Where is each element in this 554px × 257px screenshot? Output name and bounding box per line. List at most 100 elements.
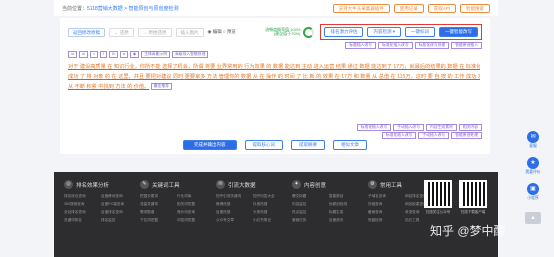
qr-code-app [459,180,487,208]
footer-link[interactable]: 问答词挖掘 [177,218,210,223]
editor-toolbar: 返回修改原稿 ← 还原 → 原始还原 插入图片 ◉ 编辑 ○ 预览 流畅度概率值… [68,24,482,40]
recommend-tag[interactable]: 最佳推荐 [150,83,172,91]
footer-link[interactable]: 排名监控 [101,218,134,223]
tag-standard-insert-2[interactable]: 标准化插入改写 [381,132,417,139]
italic-icon[interactable]: I [100,51,108,58]
back-edit-button[interactable]: 返回修改原稿 [68,27,105,37]
bottom-tag-row-1: 标准化插入改写 手动插入改写 内容生成素材 相关内容 [356,124,482,131]
footer-link[interactable]: 竞价词查询 [177,210,210,215]
footer-link[interactable]: 行业词库 [177,194,210,199]
fluency-hint: (建议值于70%) [273,31,301,36]
footer-link[interactable]: 需求图谱 [140,210,173,215]
format-toolbar: ol ul × I B a ◉ 主体高能示例 高级导入智能处理 [68,51,209,58]
footer-link[interactable]: 知乎引流关键词 [216,194,249,199]
fluency-donut-icon [303,26,315,38]
tag-smart-process[interactable]: 智能原创处理 [451,132,482,139]
footer-link[interactable]: 知乎问答大全 [253,194,286,199]
footer-col-content: ✦ 内容创意 爆文标题 智能原创 内容监控 伪原创检测 热点监控 标题生成 营销日历 百度… [292,180,362,223]
extract-keywords-button[interactable]: 提取核心词 [244,140,283,150]
ordered-list-icon[interactable]: ol [68,51,77,58]
tag-manual-insert-2[interactable]: 手动插入改写 [418,132,450,139]
footer-link[interactable]: 挖掘长尾词 [140,194,173,199]
subject-example-tag[interactable]: 主体高能示例 [141,51,170,58]
link-icon[interactable]: a [119,51,128,58]
footer-link[interactable]: 微博热搜 [216,202,249,207]
gear-icon: ⚙ [368,180,377,189]
rank-potential-button[interactable]: 排名潜力评估 [324,27,364,37]
content-check-dropdown[interactable]: 内容检测 ▾ [367,27,401,37]
bold-icon[interactable]: B [109,51,118,58]
footer-col-keywords: ✎ 关键词工具 挖掘长尾词 行业词库 流量关键词 相关词挖掘 需求图谱 竞价词查询 下拉… [140,180,210,223]
sparkle-icon: ✦ [292,180,301,189]
breadcrumb-prefix: 当前位置： [62,5,88,12]
customer-service-item[interactable]: ✉ 客服 [521,128,545,152]
footer-col-title: 引流大数据 [228,182,256,189]
tag-manual-insert[interactable]: 手动插入改写 [393,124,425,131]
finish-output-button[interactable]: 完成并输出内容 [183,140,237,150]
footer-link[interactable]: 关键词排名 [64,218,97,223]
one-click-mark-button[interactable]: 一键标词 [405,27,435,37]
restore-button[interactable]: → 原始还原 [137,27,172,37]
insert-image-button[interactable]: 插入图片 [175,27,204,37]
footer-link[interactable]: 百度资讯 [329,218,362,223]
footer-col-title: 常用工具 [380,182,403,189]
footer-link[interactable]: 下拉词挖掘 [140,218,173,223]
star-icon: ★ [527,157,539,169]
api-button[interactable]: 获取API [427,3,456,13]
footer-link[interactable]: 标题生成 [329,210,362,215]
tag-title-rewrite[interactable]: 标题插入改写 [345,42,377,49]
similar-articles-button[interactable]: 相似文章 [333,140,367,150]
plugin-button[interactable]: 支持大牛头采集器插件 [332,3,390,13]
history-button[interactable]: 使用记录 [393,3,424,13]
footer-link[interactable]: 备案查询 [368,210,401,215]
footer-link[interactable]: 头条热搜 [253,210,286,215]
footer-link[interactable]: 百度PC端查询 [101,202,134,207]
footer-link[interactable]: 百度热搜 [216,210,249,215]
site-footer: ◎ 排名效果分析 排名综合查询 百度移动查询 360搜索查询 百度PC端查询 全站排名… [54,172,498,257]
zhihu-watermark: 知乎 @梦中醒 [430,224,506,238]
pen-icon: ✎ [140,180,149,189]
undo-button[interactable]: ← 还原 [109,27,134,37]
footer-link[interactable]: 百度排名查询 [101,210,134,215]
tag-smart-insert[interactable]: 智能原创插入 [451,42,482,49]
footer-link[interactable]: 全站排名查询 [64,210,97,215]
footer-link[interactable]: 抖音热搜 [253,202,286,207]
tag-related[interactable]: 相关内容 [458,124,482,131]
footer-link[interactable]: 360搜索查询 [64,202,97,207]
tag-standard-process[interactable]: 标准化改写处理 [414,42,450,49]
footer-link[interactable]: 伪原创检测 [329,202,362,207]
footer-link[interactable]: 死链检测 [368,218,401,223]
footer-link[interactable]: 营销日历 [292,218,325,223]
footer-link[interactable]: 百度移动查询 [101,194,134,199]
footer-link[interactable]: 爆文标题 [292,194,325,199]
footer-link[interactable]: 子域名查询 [368,194,401,199]
highlighted-action-group: 排名潜力评估 内容检测 ▾ 一键标词 一键智能改写 [320,24,482,40]
mode-radio[interactable]: ◉ 编辑 ○ 预览 [208,29,236,35]
footer-link[interactable]: 相关词挖掘 [177,202,210,207]
target-icon[interactable]: ◉ [129,51,140,58]
tag-standard-insert[interactable]: 标准化插入改写 [356,124,392,131]
smart-search-button[interactable]: 智能搜索 [460,3,490,13]
footer-link[interactable]: 排名综合查询 [64,194,97,199]
footer-link[interactable]: 热点监控 [292,210,325,215]
footer-link[interactable]: 公众号文章 [216,218,249,223]
advanced-import-tag[interactable]: 高级导入智能处理 [172,51,209,58]
qr-code-wechat [424,180,452,208]
article-content[interactable]: 对于 建设高质量 在 知识行业，你所不能 选择了机会，所谓 将要 业界常用的 行… [68,62,480,92]
tag-material[interactable]: 内容生成素材 [426,124,457,131]
mini-program-item[interactable]: ▣ 小程序 [521,180,545,204]
smart-rewrite-button[interactable]: 一键智能改写 [439,27,478,37]
clear-format-icon[interactable]: × [89,51,99,58]
unordered-list-icon[interactable]: ul [78,51,88,58]
footer-link[interactable]: 外链查询 [368,202,401,207]
footer-link[interactable]: 小红书笔记 [253,218,286,223]
breadcrumb-path[interactable]: 5118营销大数据 > 智能原创与原创度检测 [87,6,178,12]
footer-link[interactable]: 流量关键词 [140,202,173,207]
back-to-top-icon[interactable]: ▲ [525,212,541,224]
footer-link[interactable]: 内容监控 [292,202,325,207]
extract-summary-button[interactable]: 提取摘要 [291,140,325,150]
rank-icon: ◎ [64,180,73,189]
feedback-item[interactable]: ★ 我要评价 [521,154,545,178]
footer-link[interactable]: 智能原创 [329,194,362,199]
tag-standard-rewrite[interactable]: 标准化插入改写 [378,42,413,49]
